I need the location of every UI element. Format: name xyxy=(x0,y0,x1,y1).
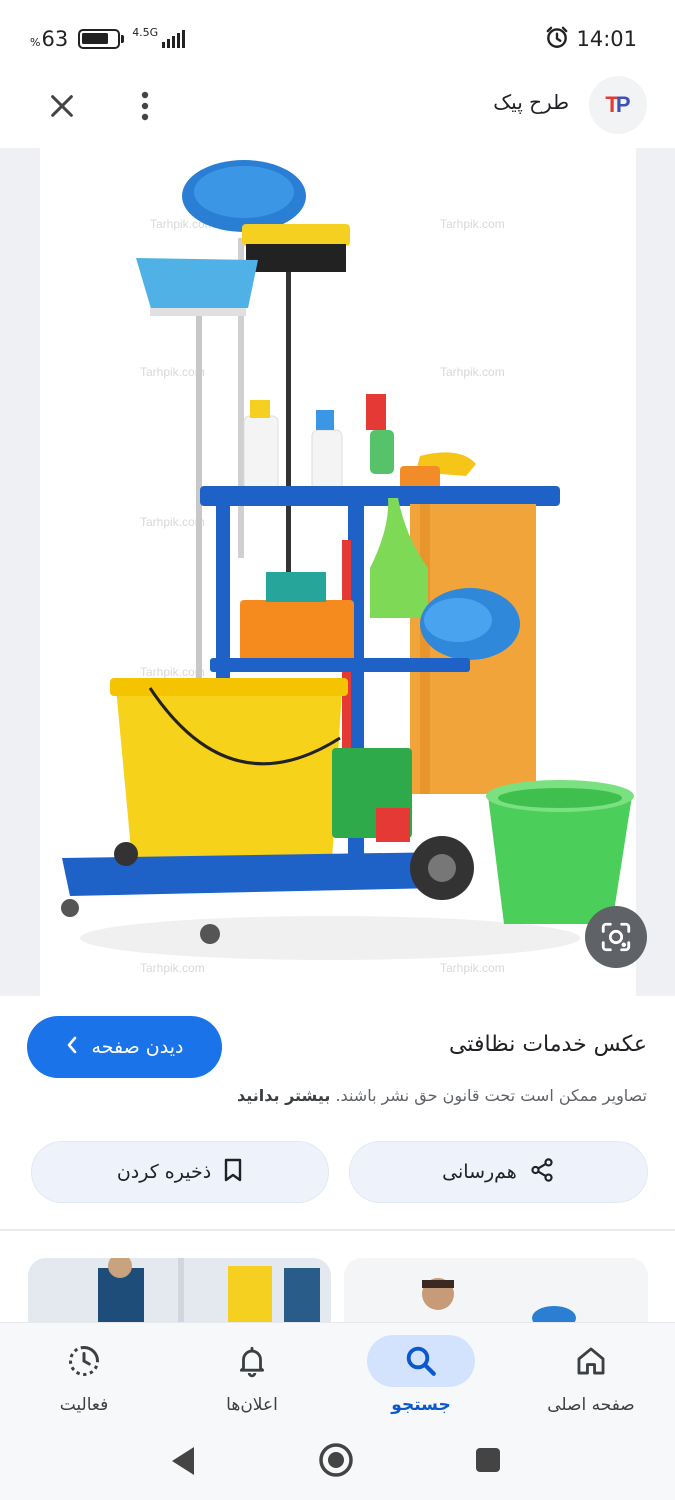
signal-icon xyxy=(162,30,186,48)
battery-percent: %63 xyxy=(30,27,69,51)
network-type-label: 4.5G xyxy=(132,25,159,39)
save-button[interactable]: ذخیره کردن xyxy=(31,1141,329,1203)
nav-home-label: صفحه اصلی xyxy=(547,1395,635,1415)
status-right: 14:01 xyxy=(544,24,637,54)
save-label: ذخیره کردن xyxy=(116,1161,212,1183)
nav-notifications[interactable]: اعلان‌ها xyxy=(168,1323,336,1433)
svg-text:Tarhpik.com: Tarhpik.com xyxy=(440,961,505,975)
svg-text:Tarhpik.com: Tarhpik.com xyxy=(140,961,205,975)
alarm-clock-icon xyxy=(544,24,570,54)
nav-activity[interactable]: فعالیت xyxy=(0,1323,168,1433)
related-image[interactable] xyxy=(344,1258,648,1324)
back-icon[interactable] xyxy=(168,1444,198,1478)
site-logo[interactable]: TP xyxy=(589,76,647,134)
bookmark-icon xyxy=(223,1158,243,1187)
home-icon xyxy=(537,1335,645,1387)
nav-search-label: جستجو xyxy=(391,1395,451,1415)
divider xyxy=(0,1229,675,1231)
clock-time: 14:01 xyxy=(576,27,637,51)
chevron-left-icon xyxy=(66,1036,78,1059)
svg-text:Tarhpik.com: Tarhpik.com xyxy=(440,365,505,379)
cleaning-cart-image[interactable]: Tarhpik.com Tarhpik.com Tarhpik.com Tarh… xyxy=(40,148,636,996)
svg-text:Tarhpik.com: Tarhpik.com xyxy=(140,365,205,379)
share-label: هم‌رسانی xyxy=(442,1161,517,1183)
bottom-navigation: فعالیت اعلان‌ها جستجو صفحه اصلی xyxy=(0,1322,675,1432)
battery-icon xyxy=(78,29,125,49)
image-title: عکس خدمات نظافتی xyxy=(448,1032,647,1057)
nav-activity-label: فعالیت xyxy=(59,1395,109,1415)
related-image[interactable] xyxy=(28,1258,331,1324)
site-name[interactable]: طرح پیک xyxy=(493,90,569,114)
svg-text:Tarhpik.com: Tarhpik.com xyxy=(440,217,505,231)
search-icon xyxy=(367,1335,475,1387)
svg-text:Tarhpik.com: Tarhpik.com xyxy=(140,665,205,679)
svg-text:Tarhpik.com: Tarhpik.com xyxy=(140,515,205,529)
close-icon[interactable] xyxy=(42,86,82,126)
share-button[interactable]: هم‌رسانی xyxy=(349,1141,648,1203)
nav-home[interactable]: صفحه اصلی xyxy=(507,1323,675,1433)
visit-page-button[interactable]: دیدن صفحه xyxy=(27,1016,222,1078)
top-app-bar: طرح پیک TP xyxy=(0,76,675,148)
bell-icon xyxy=(198,1335,306,1387)
system-navigation-bar xyxy=(0,1432,675,1500)
more-vert-icon[interactable] xyxy=(128,86,162,126)
share-icon xyxy=(529,1157,555,1188)
activity-icon xyxy=(30,1335,138,1387)
visit-page-label: دیدن صفحه xyxy=(91,1036,184,1058)
google-lens-icon[interactable] xyxy=(585,906,647,968)
home-button-icon[interactable] xyxy=(318,1442,354,1478)
image-viewer[interactable]: Tarhpik.com Tarhpik.com Tarhpik.com Tarh… xyxy=(0,148,675,996)
status-left: %63 4.5G xyxy=(30,24,186,54)
nav-notifications-label: اعلان‌ها xyxy=(226,1395,278,1415)
learn-more-link[interactable]: بیشتر بدانید xyxy=(237,1086,330,1105)
copyright-notice: تصاویر ممکن است تحت قانون حق نشر باشند. … xyxy=(236,1086,647,1105)
status-bar: %63 4.5G 14:01 xyxy=(0,0,675,76)
nav-search[interactable]: جستجو xyxy=(337,1323,505,1433)
recent-apps-icon[interactable] xyxy=(474,1446,502,1474)
